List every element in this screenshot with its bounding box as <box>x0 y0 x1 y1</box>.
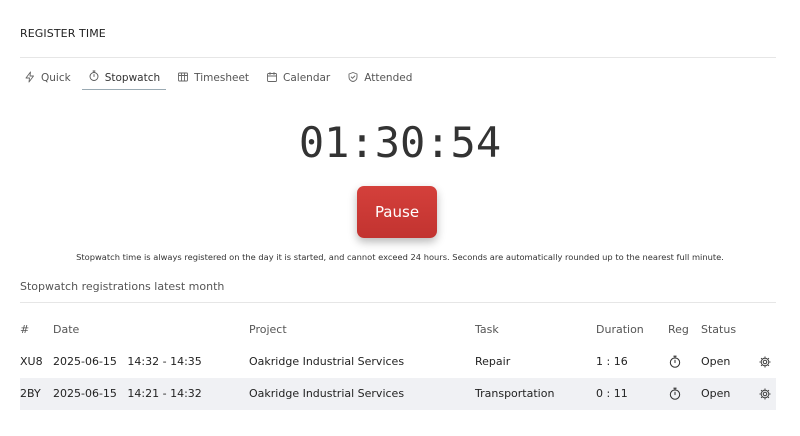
stopwatch-icon <box>668 378 682 410</box>
tab-label: Timesheet <box>194 72 250 84</box>
tab-timesheet[interactable]: Timesheet <box>171 66 255 90</box>
row-duration: 1 : 16 <box>596 355 628 368</box>
column-header-task: Task <box>475 323 499 336</box>
row-task: Repair <box>475 355 511 368</box>
row-status: Open <box>701 387 731 400</box>
gear-icon[interactable] <box>758 378 772 410</box>
row-duration: 0 : 11 <box>596 387 628 400</box>
registrations-table: # Date Project Task Duration Reg Status … <box>20 314 776 410</box>
row-date: 2025-06-15 14:21 - 14:32 <box>53 387 202 400</box>
table-icon <box>177 71 189 86</box>
column-header-project: Project <box>249 323 287 336</box>
row-project: Oakridge Industrial Services <box>249 387 405 400</box>
tab-attended[interactable]: Attended <box>341 66 418 90</box>
stopwatch-icon <box>668 346 682 378</box>
section-title: Stopwatch registrations latest month <box>20 280 225 293</box>
stopwatch-note: Stopwatch time is always registered on t… <box>76 252 724 262</box>
column-header-date: Date <box>53 323 80 336</box>
tab-label: Attended <box>364 72 413 84</box>
stopwatch-icon <box>88 70 100 85</box>
pause-button[interactable]: Pause <box>357 186 437 238</box>
row-status: Open <box>701 355 731 368</box>
tab-bar: Quick Stopwatch Timesheet Calendar Atten… <box>20 66 423 92</box>
row-date: 2025-06-15 14:32 - 14:35 <box>53 355 202 368</box>
table-row[interactable]: XU8 2025-06-15 14:32 - 14:35 Oakridge In… <box>20 346 776 378</box>
stopwatch-timer: 01:30:54 <box>298 118 502 167</box>
tab-label: Quick <box>41 72 71 84</box>
column-header-num: # <box>20 323 30 336</box>
tab-quick[interactable]: Quick <box>20 66 77 90</box>
row-num: 2BY <box>20 387 41 400</box>
column-header-status: Status <box>701 323 737 336</box>
section-divider <box>20 302 776 303</box>
calendar-icon <box>266 71 278 86</box>
gear-icon[interactable] <box>758 346 772 378</box>
shield-check-icon <box>347 71 359 86</box>
tab-calendar[interactable]: Calendar <box>260 66 336 90</box>
table-row[interactable]: 2BY 2025-06-15 14:21 - 14:32 Oakridge In… <box>20 378 776 410</box>
row-project: Oakridge Industrial Services <box>249 355 405 368</box>
bolt-icon <box>24 71 36 86</box>
row-num: XU8 <box>20 355 43 368</box>
tab-stopwatch[interactable]: Stopwatch <box>81 66 167 90</box>
page-title: REGISTER TIME <box>20 27 106 40</box>
column-header-reg: Reg <box>668 323 689 336</box>
table-header-row: # Date Project Task Duration Reg Status <box>20 314 776 346</box>
column-header-duration: Duration <box>596 323 644 336</box>
row-task: Transportation <box>475 387 555 400</box>
tab-label: Stopwatch <box>104 71 161 84</box>
header-divider <box>20 57 776 58</box>
tab-label: Calendar <box>283 72 331 84</box>
